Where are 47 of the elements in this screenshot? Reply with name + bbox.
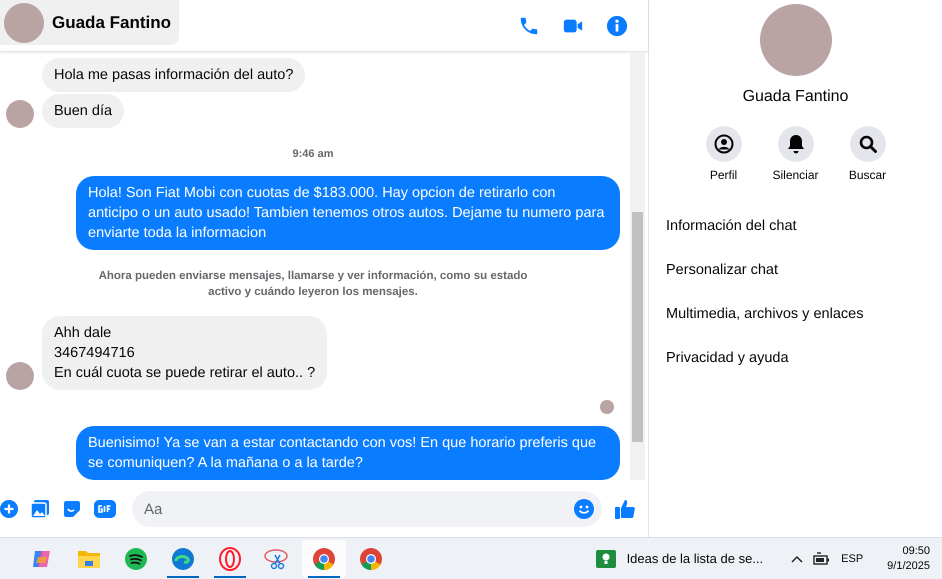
spotify-icon (124, 546, 148, 570)
action-button[interactable] (706, 126, 742, 162)
plus-icon[interactable] (0, 500, 18, 518)
clock-date[interactable]: 9/1/2025 (887, 558, 930, 574)
avatar (4, 2, 44, 42)
notice-text: Ahora pueden enviarse mensajes, llamarse y ver información, como su estado activo y cuándo leyeron los mensajes. (98, 269, 528, 300)
clock-time[interactable]: 09:50 (902, 544, 930, 558)
emoji-icon[interactable] (574, 499, 594, 519)
section-item[interactable]: Personalizar chat (666, 248, 926, 292)
seen-avatar (600, 400, 614, 414)
section-item[interactable]: Multimedia, archivos y enlaces (666, 292, 926, 336)
chrome-icon (359, 546, 383, 570)
action-label: Perfil (710, 168, 738, 182)
search-icon (858, 135, 876, 153)
chrome-icon (312, 546, 336, 570)
message-bubble: Buenisimo! Ya se van a estar contactando con vos! En que horario preferis que se comuniquen? A la mañana o a la tarde? (76, 426, 620, 480)
chevron-up-icon[interactable] (791, 554, 804, 562)
action-label: Silenciar (772, 168, 819, 182)
battery-icon[interactable] (813, 552, 832, 566)
message-bubble: Buen día (42, 94, 124, 128)
opera-icon (218, 546, 242, 570)
language-indicator[interactable]: ESP (841, 552, 864, 564)
edge-icon (171, 546, 195, 570)
bell-icon (786, 134, 804, 154)
action-label: Buscar (848, 168, 886, 182)
section-item[interactable]: Información del chat (666, 204, 926, 248)
image-icon[interactable] (30, 499, 50, 519)
message-bubble: Hola me pasas información del auto? (42, 58, 306, 92)
sticker-icon[interactable] (62, 499, 82, 519)
profile-icon (714, 134, 734, 154)
widget-text[interactable]: Ideas de la lista de se... (626, 551, 764, 566)
widget-icon (594, 548, 617, 568)
contact-name: Guada Fantino (52, 12, 171, 32)
scrollbar[interactable] (630, 52, 645, 480)
gif-icon[interactable] (94, 499, 116, 519)
scissors-icon (264, 546, 290, 570)
message-bubble: Hola! Son Fiat Mobi con cuotas de $183.000. Hay opcion de retirarlo con anticipo o un auto usado! Tambien tenemos otros autos. Dejame tu numero para enviarte toda la informacion (76, 176, 620, 250)
contact-header[interactable]: Guada Fantino (0, 0, 179, 45)
message-input[interactable]: Aa (132, 491, 602, 527)
profile-name: Guada Fantino (742, 88, 848, 106)
section-item[interactable]: Privacidad y ayuda (666, 336, 926, 380)
action-button[interactable] (850, 126, 886, 162)
info-icon[interactable] (606, 14, 628, 36)
timestamp: 9:46 am (292, 148, 334, 160)
message-bubble: Ahh dale 3467494716 En cuál cuota se puede retirar el auto.. ? (42, 316, 328, 390)
thumbs-up-icon[interactable] (614, 498, 636, 520)
action-button[interactable] (778, 126, 814, 162)
